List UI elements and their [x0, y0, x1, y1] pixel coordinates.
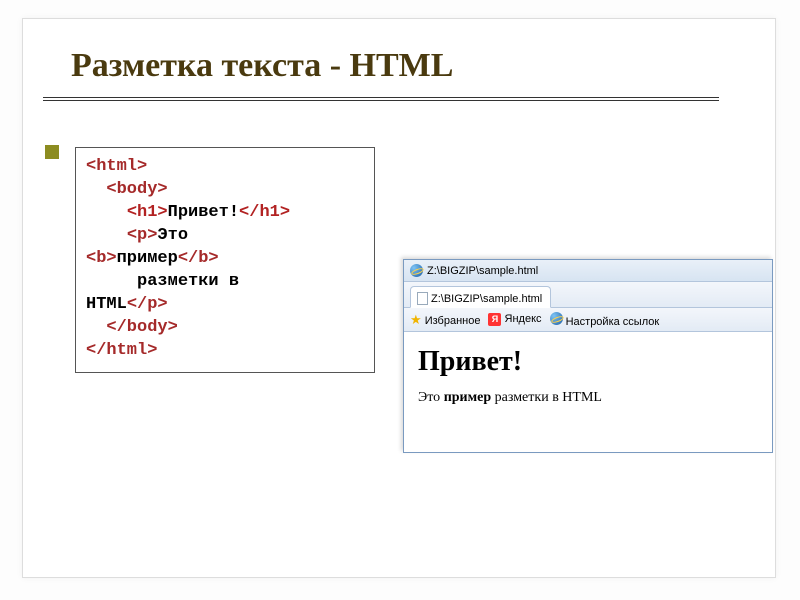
page-paragraph: Это пример разметки в HTML [418, 390, 758, 406]
titlebar-path: Z:\BIGZIP\sample.html [427, 265, 538, 277]
favorites-link[interactable]: ★ Избранное [410, 312, 480, 328]
page-text: Это [418, 390, 444, 405]
browser-linksbar: ★ Избранное Я Яндекс Настройка ссылок [404, 308, 772, 332]
code-text: Привет! [168, 203, 239, 222]
yandex-icon: Я [488, 313, 501, 326]
code-example: <html> <body> <h1>Привет!</h1> <p>Это <b… [75, 147, 375, 373]
accent-bullet [45, 145, 59, 159]
links-setup-link[interactable]: Настройка ссылок [550, 312, 660, 328]
code-tag: <p> [127, 226, 158, 245]
page-text: разметки в HTML [491, 390, 602, 405]
code-tag: <h1> [127, 203, 168, 222]
code-text: HTML [86, 295, 127, 314]
slide-title: Разметка текста - HTML [71, 47, 745, 85]
title-area: Разметка текста - HTML [23, 19, 775, 91]
browser-titlebar: Z:\BIGZIP\sample.html [404, 260, 772, 282]
code-tag: </body> [106, 318, 177, 337]
title-underline [43, 97, 719, 101]
yandex-label: Яндекс [505, 313, 542, 325]
code-text: пример [117, 249, 178, 268]
page-icon [417, 292, 428, 305]
browser-window: Z:\BIGZIP\sample.html Z:\BIGZIP\sample.h… [403, 259, 773, 453]
code-text: разметки в [137, 272, 239, 291]
slide-frame: Разметка текста - HTML <html> <body> <h1… [22, 18, 776, 578]
browser-tabbar: Z:\BIGZIP\sample.html [404, 282, 772, 308]
ie-logo-icon [550, 312, 563, 325]
code-tag: </b> [178, 249, 219, 268]
code-tag: </h1> [239, 203, 290, 222]
page-text-bold: пример [444, 390, 491, 405]
code-tag: <html> [86, 157, 147, 176]
code-tag: </html> [86, 341, 157, 360]
code-tag: </p> [127, 295, 168, 314]
links-setup-label: Настройка ссылок [566, 316, 660, 328]
browser-content: Привет! Это пример разметки в HTML [404, 332, 772, 452]
ie-logo-icon [410, 264, 423, 277]
code-tag: <body> [106, 180, 167, 199]
favorites-label: Избранное [425, 315, 481, 327]
page-heading: Привет! [418, 346, 758, 378]
browser-tab[interactable]: Z:\BIGZIP\sample.html [410, 286, 551, 308]
code-text: Это [157, 226, 188, 245]
tab-label: Z:\BIGZIP\sample.html [431, 293, 542, 305]
yandex-link[interactable]: Я Яндекс [488, 313, 541, 326]
code-tag: <b> [86, 249, 117, 268]
star-icon: ★ [410, 312, 422, 327]
